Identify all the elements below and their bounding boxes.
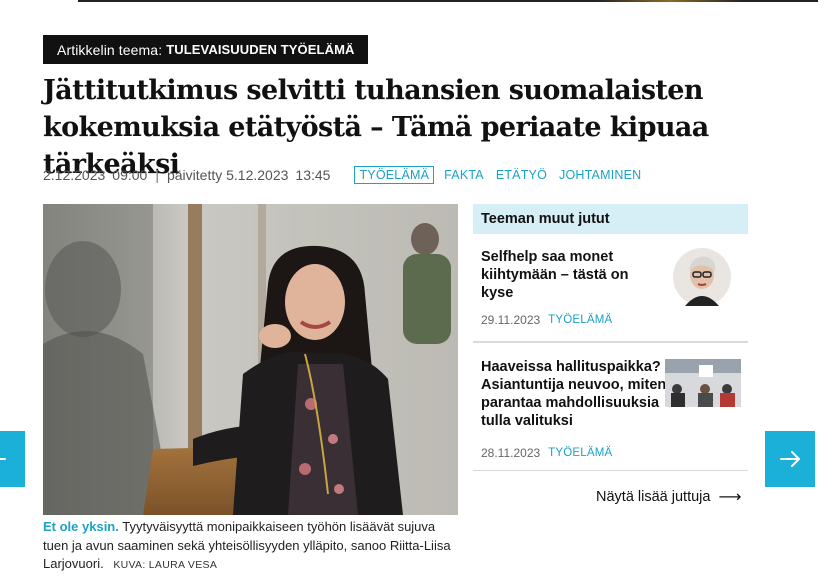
theme-label: Artikkelin teema:: [57, 41, 163, 58]
show-more-link[interactable]: Näytä lisää juttuja ⟶: [596, 487, 741, 507]
meta-separator: |: [155, 167, 159, 183]
story-meta: 28.11.2023 TYÖELÄMÄ: [481, 446, 612, 460]
top-accent-bar: [78, 0, 818, 2]
publish-date: 2.12.2023: [43, 167, 106, 183]
article-photo-illustration: [43, 204, 458, 515]
long-arrow-right-icon: ⟶: [718, 489, 742, 506]
show-more-label: Näytä lisää juttuja: [596, 489, 711, 505]
photo-credit: KUVA: LAURA VESA: [113, 559, 218, 571]
story-meta-1: 29.11.2023 TYÖELÄMÄ: [481, 313, 612, 327]
next-article-button[interactable]: [765, 431, 815, 487]
story-thumbnail[interactable]: [665, 359, 741, 407]
sidebar-story-2[interactable]: Haaveissa hallituspaikka? Asiantuntija n…: [473, 342, 748, 472]
tag-johtaminen[interactable]: JOHTAMINEN: [559, 168, 641, 182]
tag-tyoelama[interactable]: TYÖELÄMÄ: [354, 166, 435, 184]
divider: [473, 470, 748, 471]
publish-time: 09:00: [112, 167, 148, 183]
tag-list: TYÖELÄMÄ FAKTA ETÄTYÖ JOHTAMINEN: [354, 166, 653, 184]
prev-article-button[interactable]: [0, 431, 25, 487]
article-photo: [43, 204, 458, 515]
arrow-left-icon: [0, 458, 6, 460]
article-theme-tag[interactable]: Artikkelin teema: TULEVAISUUDEN TYÖELÄMÄ: [43, 35, 369, 64]
tag-etatyo[interactable]: ETÄTYÖ: [496, 168, 547, 182]
story-title[interactable]: Haaveissa hallituspaikka? Asiantuntija n…: [481, 358, 669, 430]
article-meta: 2.12.2023 09:00 | päivitetty 5.12.2023 1…: [43, 165, 653, 185]
story-thumbnail[interactable]: [673, 248, 731, 306]
story-tag[interactable]: TYÖELÄMÄ: [548, 314, 612, 326]
story-tag[interactable]: TYÖELÄMÄ: [548, 447, 612, 459]
updated-time: 13:45: [295, 167, 331, 183]
photo-caption: Et ole yksin. Tyytyväisyyttä monipaikkai…: [43, 518, 463, 575]
story-title[interactable]: Selfhelp saa monet kiihtymään – tästä on…: [481, 248, 661, 302]
caption-lead: Et ole yksin.: [43, 519, 119, 534]
theme-value: TULEVAISUUDEN TYÖELÄMÄ: [166, 42, 355, 57]
theme-sidebar: Teeman muut jutut Selfhelp saa monet kii…: [473, 204, 748, 471]
story-date: 28.11.2023: [481, 446, 541, 460]
tag-fakta[interactable]: FAKTA: [444, 168, 484, 182]
story-date: 29.11.2023: [481, 313, 541, 327]
updated-date: päivitetty 5.12.2023: [166, 167, 289, 183]
sidebar-heading: Teeman muut jutut: [473, 204, 748, 234]
arrow-right-icon: [780, 451, 800, 467]
